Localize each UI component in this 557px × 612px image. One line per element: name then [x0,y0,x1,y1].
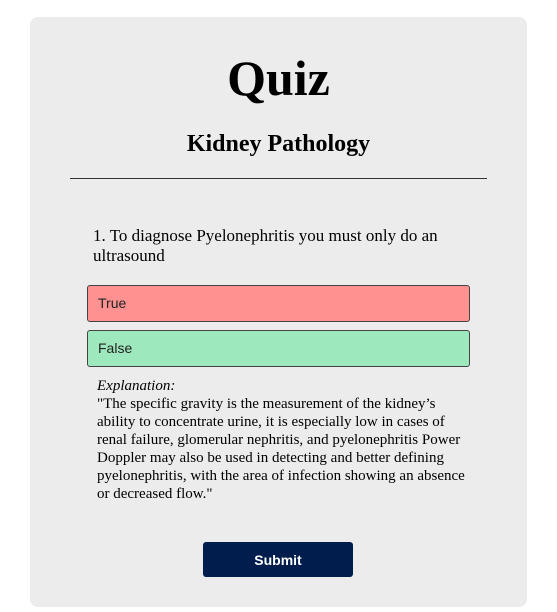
answer-option-label: False [98,340,133,356]
answer-option-false[interactable]: False [87,330,470,367]
answer-option-label: True [98,295,127,311]
divider [70,178,487,179]
question-text: 1. To diagnose Pyelonephritis you must o… [93,226,438,265]
explanation-label: Explanation: [97,378,176,394]
quiz-subtitle: Kidney Pathology [186,131,371,157]
explanation-text: "The specific gravity is the measurement… [97,396,465,502]
page-title: Quiz [227,50,330,106]
submit-button[interactable]: Submit [203,542,353,577]
quiz-card: Quiz Kidney Pathology 1. To diagnose Pye… [30,17,527,607]
answer-option-true[interactable]: True [87,285,470,322]
explanation-block: Explanation: "The specific gravity is th… [97,377,467,503]
